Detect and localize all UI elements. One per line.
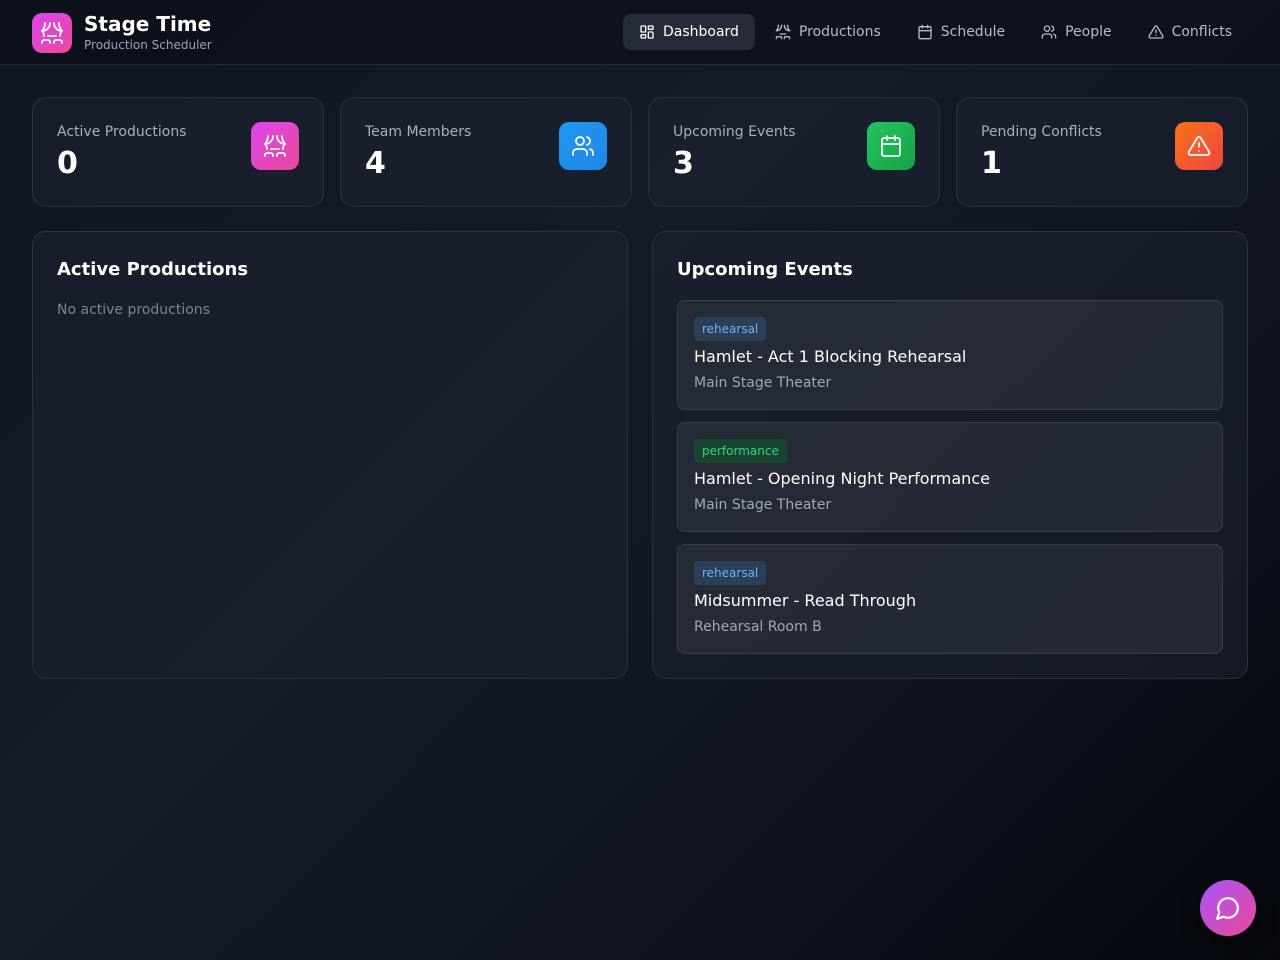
upcoming-events-panel: Upcoming Events rehearsal Hamlet - Act 1… <box>652 231 1248 679</box>
event-type-badge: rehearsal <box>694 561 767 585</box>
event-location: Main Stage Theater <box>694 497 832 513</box>
event-location: Rehearsal Room B <box>694 619 822 635</box>
empty-state: No active productions <box>57 302 210 318</box>
stat-value: 3 <box>673 146 694 181</box>
theater-icon <box>775 24 791 40</box>
event-card[interactable]: performance Hamlet - Opening Night Perfo… <box>677 422 1223 532</box>
event-location: Main Stage Theater <box>694 375 832 391</box>
stat-value: 4 <box>365 146 386 181</box>
users-icon <box>1041 25 1057 39</box>
nav-schedule[interactable]: Schedule <box>901 14 1021 50</box>
event-title: Hamlet - Act 1 Blocking Rehearsal <box>694 347 967 366</box>
chat-button[interactable] <box>1200 880 1256 936</box>
stat-label: Team Members <box>365 124 472 140</box>
main-nav: Dashboard Productions Schedule People Co… <box>619 14 1248 50</box>
warning-icon <box>1175 122 1223 170</box>
theater-icon <box>32 12 72 53</box>
app-title: Stage Time <box>84 12 212 36</box>
top-bar: Stage Time Production Scheduler Dashboar… <box>0 0 1280 65</box>
event-card[interactable]: rehearsal Midsummer - Read Through Rehea… <box>677 544 1223 654</box>
dashboard-icon <box>640 25 654 39</box>
nav-dashboard[interactable]: Dashboard <box>622 14 755 50</box>
nav-label: Schedule <box>940 24 1006 40</box>
event-card[interactable]: rehearsal Hamlet - Act 1 Blocking Rehear… <box>677 300 1223 410</box>
stat-card-active-productions: Active Productions 0 <box>32 97 324 207</box>
stat-label: Upcoming Events <box>673 124 796 140</box>
stat-card-upcoming-events: Upcoming Events 3 <box>648 97 940 207</box>
stat-label: Pending Conflicts <box>981 124 1102 140</box>
stat-value: 0 <box>57 146 78 181</box>
users-icon <box>559 122 607 170</box>
app-subtitle: Production Scheduler <box>84 38 212 52</box>
nav-label: Productions <box>798 24 881 40</box>
event-title: Midsummer - Read Through <box>694 591 917 610</box>
panel-title: Active Productions <box>57 259 249 280</box>
stat-card-pending-conflicts: Pending Conflicts 1 <box>956 97 1248 207</box>
chat-icon <box>1216 897 1239 920</box>
stat-card-team-members: Team Members 4 <box>340 97 632 207</box>
calendar-icon <box>867 122 915 170</box>
warning-icon <box>1147 25 1164 39</box>
nav-label: Conflicts <box>1171 24 1232 40</box>
nav-label: Dashboard <box>662 24 739 40</box>
stat-label: Active Productions <box>57 124 187 140</box>
panel-title: Upcoming Events <box>677 259 853 280</box>
brand[interactable]: Stage Time Production Scheduler <box>32 12 212 53</box>
event-type-badge: performance <box>694 439 787 463</box>
calendar-icon <box>918 24 932 40</box>
theater-icon <box>251 122 299 170</box>
event-title: Hamlet - Opening Night Performance <box>694 469 990 488</box>
event-type-badge: rehearsal <box>694 317 767 341</box>
nav-conflicts[interactable]: Conflicts <box>1132 14 1248 50</box>
nav-people[interactable]: People <box>1025 14 1128 50</box>
nav-productions[interactable]: Productions <box>759 14 897 50</box>
stat-value: 1 <box>981 146 1002 181</box>
nav-label: People <box>1065 24 1112 40</box>
active-productions-panel: Active Productions No active productions <box>32 231 628 679</box>
